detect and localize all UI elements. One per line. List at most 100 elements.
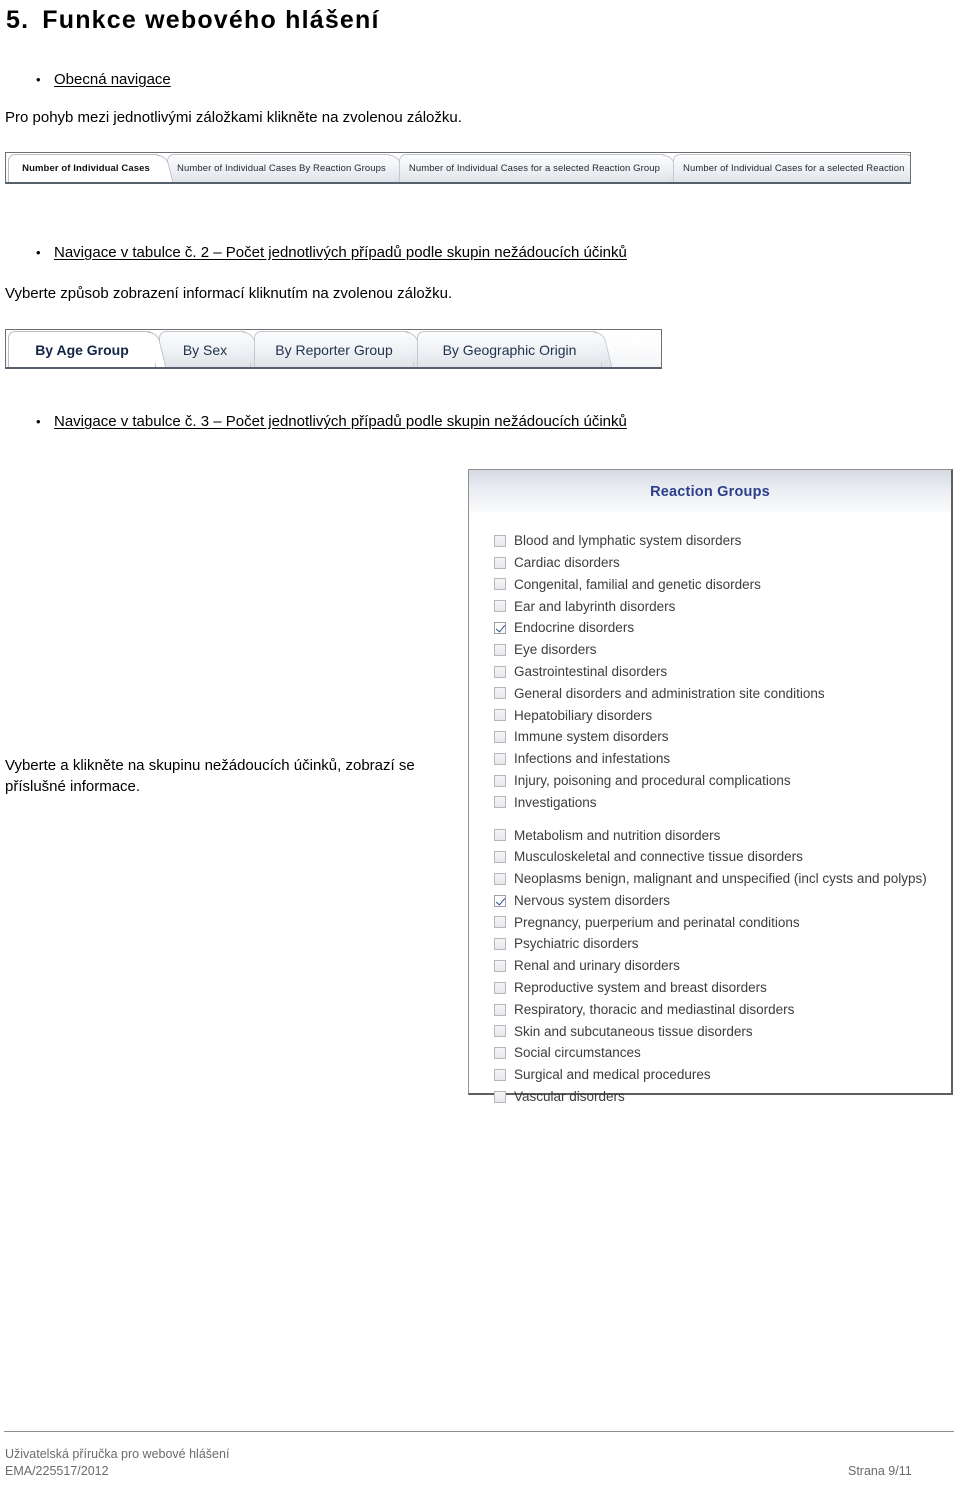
checkbox-unchecked-icon[interactable] [494, 665, 506, 678]
checkbox-unchecked-icon[interactable] [494, 578, 506, 591]
tab-by-sex[interactable]: By Sex [159, 331, 251, 367]
checkbox-unchecked-icon[interactable] [494, 600, 506, 613]
reaction-group-item[interactable]: Renal and urinary disorders [469, 955, 951, 977]
reaction-group-item[interactable]: Gastrointestinal disorders [469, 661, 951, 683]
reaction-group-label: Vascular disorders [514, 1089, 625, 1105]
reaction-group-item[interactable]: Investigations [469, 792, 951, 814]
reaction-group-item[interactable]: Endocrine disorders [469, 617, 951, 639]
reaction-group-item[interactable]: Psychiatric disorders [469, 933, 951, 955]
checkbox-unchecked-icon[interactable] [494, 796, 506, 809]
reaction-group-label: Surgical and medical procedures [514, 1067, 711, 1083]
checkbox-unchecked-icon[interactable] [494, 534, 506, 547]
tab-number-of-individual-cases-by-reaction-groups[interactable]: Number of Individual Cases By Reaction G… [167, 154, 396, 182]
reaction-group-item[interactable]: Respiratory, thoracic and mediastinal di… [469, 999, 951, 1021]
checkbox-unchecked-icon[interactable] [494, 1069, 506, 1082]
checkbox-checked-icon[interactable] [494, 622, 506, 635]
reaction-group-label: Ear and labyrinth disorders [514, 598, 676, 614]
checkbox-unchecked-icon[interactable] [494, 687, 506, 700]
reaction-group-item[interactable]: Ear and labyrinth disorders [469, 595, 951, 617]
reaction-group-label: Gastrointestinal disorders [514, 663, 668, 679]
bullet-table-3-navigation-label: Navigace v tabulce č. 3 – Počet jednotli… [54, 413, 627, 430]
reaction-group-item[interactable]: Pregnancy, puerperium and perinatal cond… [469, 912, 951, 934]
checkbox-unchecked-icon[interactable] [494, 851, 506, 864]
reaction-group-label: Infections and infestations [514, 751, 671, 767]
checkbox-unchecked-icon[interactable] [494, 960, 506, 973]
bullet-table-3-navigation: Navigace v tabulce č. 3 – Počet jednotli… [36, 413, 627, 430]
tab-number-of-individual-cases-for-a-selected-reaction[interactable]: Number of Individual Cases for a selecte… [673, 154, 910, 182]
reaction-group-label: General disorders and administration sit… [514, 685, 825, 701]
checkbox-unchecked-icon[interactable] [494, 1025, 506, 1038]
reaction-group-label: Investigations [514, 794, 597, 810]
checkbox-unchecked-icon[interactable] [494, 643, 506, 656]
reaction-group-item[interactable]: Injury, poisoning and procedural complic… [469, 770, 951, 792]
page-title-text: Funkce webového hlášení [42, 6, 380, 34]
reaction-group-item[interactable]: Eye disorders [469, 639, 951, 661]
reaction-group-label: Endocrine disorders [514, 620, 635, 636]
tab-by-geographic-origin[interactable]: By Geographic Origin [417, 331, 602, 367]
checkbox-unchecked-icon[interactable] [494, 731, 506, 744]
tab-by-reporter-group[interactable]: By Reporter Group [254, 331, 414, 367]
reaction-group-label: Skin and subcutaneous tissue disorders [514, 1023, 753, 1039]
reaction-group-item[interactable]: Social circumstances [469, 1042, 951, 1064]
paragraph-general-navigation: Pro pohyb mezi jednotlivými záložkami kl… [5, 109, 462, 126]
reaction-group-label: Cardiac disorders [514, 554, 620, 570]
reaction-group-item[interactable]: Nervous system disorders [469, 890, 951, 912]
reaction-group-item[interactable]: Skin and subcutaneous tissue disorders [469, 1021, 951, 1043]
checkbox-unchecked-icon[interactable] [494, 981, 506, 994]
reaction-group-item[interactable]: General disorders and administration sit… [469, 683, 951, 705]
reaction-group-label: Respiratory, thoracic and mediastinal di… [514, 1001, 795, 1017]
reaction-group-item[interactable]: Congenital, familial and genetic disorde… [469, 574, 951, 596]
checkbox-unchecked-icon[interactable] [494, 556, 506, 569]
reaction-group-item[interactable]: Infections and infestations [469, 748, 951, 770]
reaction-group-item[interactable]: Immune system disorders [469, 726, 951, 748]
checkbox-unchecked-icon[interactable] [494, 938, 506, 951]
reaction-group-label: Congenital, familial and genetic disorde… [514, 576, 761, 592]
bullet-table-2-navigation-label: Navigace v tabulce č. 2 – Počet jednotli… [54, 244, 627, 261]
tab-by-age-group[interactable]: By Age Group [8, 331, 156, 367]
bullet-table-2-navigation: Navigace v tabulce č. 2 – Počet jednotli… [36, 244, 627, 261]
checkbox-unchecked-icon[interactable] [494, 709, 506, 722]
footer-page-number: Strana 9/11 [848, 1464, 912, 1478]
reaction-group-label: Social circumstances [514, 1045, 641, 1061]
footer-manual-title: Uživatelská příručka pro webové hlášení [5, 1447, 230, 1461]
reaction-group-label: Reproductive system and breast disorders [514, 980, 767, 996]
checkbox-unchecked-icon[interactable] [494, 752, 506, 765]
checkbox-unchecked-icon[interactable] [494, 774, 506, 787]
reaction-group-item[interactable]: Metabolism and nutrition disorders [469, 824, 951, 846]
checkbox-unchecked-icon[interactable] [494, 829, 506, 842]
checkbox-unchecked-icon[interactable] [494, 872, 506, 885]
tab-number-of-individual-cases-for-a-selected-reaction-group[interactable]: Number of Individual Cases for a selecte… [398, 154, 671, 182]
reaction-group-label: Psychiatric disorders [514, 936, 639, 952]
reaction-groups-panel: Reaction Groups Blood and lymphatic syst… [468, 469, 953, 1103]
reaction-group-item[interactable]: Surgical and medical procedures [469, 1064, 951, 1086]
bullet-marker-icon [36, 73, 54, 86]
reaction-group-label: Nervous system disorders [514, 892, 671, 908]
reaction-groups-title: Reaction Groups [650, 483, 770, 500]
reaction-group-label: Neoplasms benign, malignant and unspecif… [514, 871, 927, 887]
checkbox-checked-icon[interactable] [494, 894, 506, 907]
checkbox-unchecked-icon[interactable] [494, 1090, 506, 1103]
checkbox-unchecked-icon[interactable] [494, 1003, 506, 1016]
reaction-group-item[interactable]: Blood and lymphatic system disorders [469, 530, 951, 552]
page-title-number: 5. [6, 6, 30, 34]
bullet-general-navigation-label: Obecná navigace [54, 71, 171, 88]
reaction-group-item[interactable]: Musculoskeletal and connective tissue di… [469, 846, 951, 868]
reaction-group-item[interactable]: Vascular disorders [469, 1086, 951, 1108]
reaction-group-label: Hepatobiliary disorders [514, 707, 653, 723]
reaction-group-item[interactable]: Cardiac disorders [469, 552, 951, 574]
paragraph-table-3: Vyberte a klikněte na skupinu nežádoucíc… [5, 757, 415, 795]
reaction-group-item[interactable]: Reproductive system and breast disorders [469, 977, 951, 999]
tab-number-of-individual-cases[interactable]: Number of Individual Cases [8, 154, 164, 182]
paragraph-table-2: Vyberte způsob zobrazení informací klikn… [5, 285, 453, 302]
tabstrip-number-of-individual-cases[interactable]: Number of Individual Cases Number of Ind… [5, 152, 911, 184]
reaction-group-label: Renal and urinary disorders [514, 958, 680, 974]
reaction-group-label: Injury, poisoning and procedural complic… [514, 772, 791, 788]
reaction-group-item[interactable]: Neoplasms benign, malignant and unspecif… [469, 868, 951, 890]
tabstrip-breakdown-by[interactable]: By Age Group By Sex By Reporter Group By… [5, 329, 662, 369]
checkbox-unchecked-icon[interactable] [494, 916, 506, 929]
reaction-group-label: Immune system disorders [514, 729, 669, 745]
reaction-group-label: Metabolism and nutrition disorders [514, 827, 721, 843]
bullet-marker-icon [36, 246, 54, 259]
checkbox-unchecked-icon[interactable] [494, 1047, 506, 1060]
reaction-group-item[interactable]: Hepatobiliary disorders [469, 704, 951, 726]
